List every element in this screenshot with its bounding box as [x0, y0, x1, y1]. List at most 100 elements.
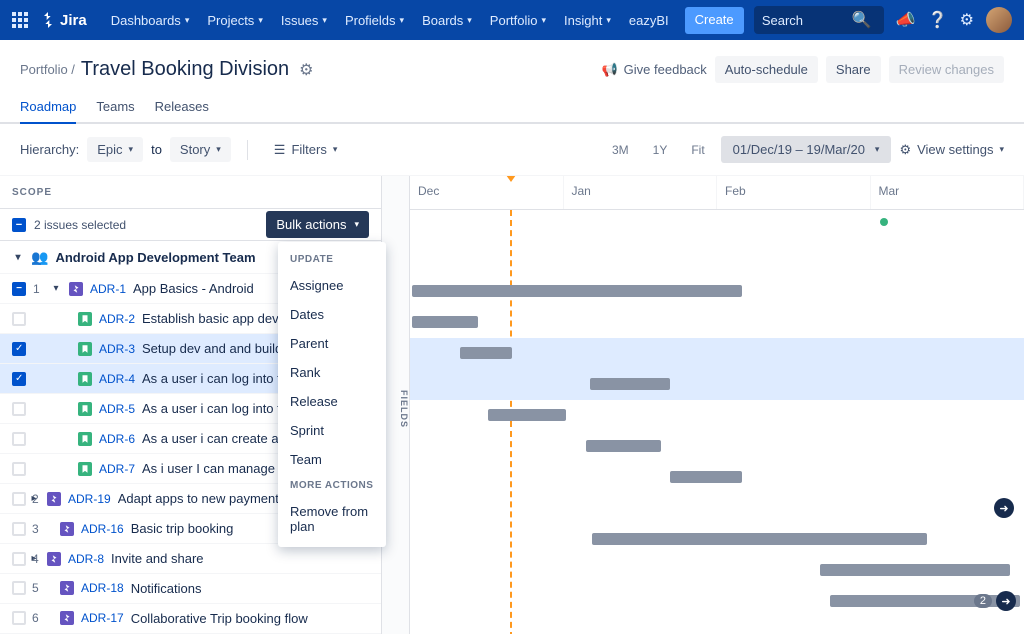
row-checkbox[interactable]: − — [12, 282, 26, 296]
view-settings[interactable]: ⚙View settings▾ — [899, 142, 1004, 158]
dd-remove[interactable]: Remove from plan — [278, 497, 386, 541]
issue-key[interactable]: ADR-4 — [99, 372, 135, 386]
issue-key[interactable]: ADR-6 — [99, 432, 135, 446]
issue-row[interactable]: 4▸ADR-8Invite and share — [0, 544, 381, 574]
scroll-right-icon[interactable]: ➜ — [994, 498, 1014, 518]
date-range[interactable]: 01/Dec/19 – 19/Mar/20▾ — [721, 136, 892, 163]
tab-releases[interactable]: Releases — [155, 91, 209, 122]
dd-sprint[interactable]: Sprint — [278, 416, 386, 445]
hierarchy-from[interactable]: Epic▾ — [87, 137, 143, 162]
search-input[interactable] — [762, 13, 852, 28]
row-num: 2 — [32, 492, 42, 506]
gantt-bar[interactable] — [590, 378, 670, 390]
gantt-bar[interactable] — [412, 285, 742, 297]
gantt-bar[interactable] — [820, 564, 1010, 576]
row-num: 3 — [32, 522, 42, 536]
nav-profields[interactable]: Profields▾ — [337, 7, 412, 34]
dd-release[interactable]: Release — [278, 387, 386, 416]
row-checkbox[interactable] — [12, 372, 26, 386]
timeline-body[interactable]: ➜ 2 ➜ — [410, 210, 1024, 634]
give-feedback[interactable]: 📢Give feedback — [601, 62, 706, 78]
help-icon[interactable]: ❔ — [928, 10, 948, 30]
row-checkbox[interactable] — [12, 581, 26, 595]
dd-rank[interactable]: Rank — [278, 358, 386, 387]
tab-teams[interactable]: Teams — [96, 91, 134, 122]
gantt-bar[interactable] — [670, 471, 742, 483]
row-checkbox[interactable] — [12, 462, 26, 476]
app-switcher-icon[interactable] — [12, 12, 28, 28]
notifications-icon[interactable]: 📣 — [896, 10, 916, 30]
row-checkbox[interactable] — [12, 552, 26, 566]
gantt-bar[interactable] — [586, 440, 661, 452]
review-changes-button[interactable]: Review changes — [889, 56, 1004, 83]
zoom-fit[interactable]: Fit — [683, 138, 712, 162]
settings-icon[interactable]: ⚙ — [960, 10, 974, 30]
gantt-bar[interactable] — [592, 533, 927, 545]
gantt-bar[interactable] — [488, 409, 566, 421]
team-name: Android App Development Team — [55, 250, 255, 265]
dd-assignee[interactable]: Assignee — [278, 271, 386, 300]
auto-schedule-button[interactable]: Auto-schedule — [715, 56, 818, 83]
issue-key[interactable]: ADR-8 — [68, 552, 104, 566]
timeline-column: Dec Jan Feb Mar ➜ 2 ➜ — [410, 176, 1024, 634]
search-icon[interactable]: 🔍 — [852, 10, 872, 30]
create-button[interactable]: Create — [685, 7, 744, 34]
zoom-1y[interactable]: 1Y — [645, 138, 676, 162]
row-checkbox[interactable] — [12, 342, 26, 356]
chevron-down-icon[interactable]: ▾ — [12, 252, 24, 263]
row-checkbox[interactable] — [12, 492, 26, 506]
avatar[interactable] — [986, 7, 1012, 33]
selected-count: 2 issues selected — [34, 218, 126, 232]
count-badge[interactable]: 2 — [974, 594, 992, 608]
issue-key[interactable]: ADR-1 — [90, 282, 126, 296]
issue-key[interactable]: ADR-19 — [68, 492, 111, 506]
search-box[interactable]: 🔍 — [754, 6, 884, 34]
issue-key[interactable]: ADR-16 — [81, 522, 124, 536]
row-checkbox[interactable] — [12, 432, 26, 446]
share-button[interactable]: Share — [826, 56, 881, 83]
jira-logo[interactable]: Jira — [40, 12, 87, 29]
main-content: SCOPE − 2 issues selected Bulk actions▾ … — [0, 176, 1024, 634]
nav-issues[interactable]: Issues▾ — [273, 7, 335, 34]
row-checkbox[interactable] — [12, 402, 26, 416]
filters-button[interactable]: ☰Filters▾ — [264, 137, 348, 163]
row-checkbox[interactable] — [12, 611, 26, 625]
nav-projects[interactable]: Projects▾ — [199, 7, 271, 34]
breadcrumb[interactable]: Portfolio / — [20, 62, 75, 77]
issue-key[interactable]: ADR-3 — [99, 342, 135, 356]
dd-team[interactable]: Team — [278, 445, 386, 474]
chevron-down-icon[interactable]: ▾ — [50, 283, 62, 294]
tab-roadmap[interactable]: Roadmap — [20, 91, 76, 124]
story-icon — [78, 372, 92, 386]
hierarchy-to[interactable]: Story▾ — [170, 137, 231, 162]
story-icon — [78, 462, 92, 476]
issue-key[interactable]: ADR-18 — [81, 581, 124, 595]
epic-icon — [47, 492, 61, 506]
row-checkbox[interactable] — [12, 522, 26, 536]
gantt-bar[interactable] — [412, 316, 478, 328]
month-jan: Jan — [564, 176, 718, 209]
nav-dashboards[interactable]: Dashboards▾ — [103, 7, 198, 34]
select-all-checkbox[interactable]: − — [12, 218, 26, 232]
scroll-right-icon[interactable]: ➜ — [996, 591, 1016, 611]
dd-parent[interactable]: Parent — [278, 329, 386, 358]
issue-key[interactable]: ADR-5 — [99, 402, 135, 416]
issue-key[interactable]: ADR-17 — [81, 611, 124, 625]
fields-column[interactable]: FIELDS — [382, 176, 410, 634]
bulk-actions-button[interactable]: Bulk actions▾ — [266, 211, 369, 238]
gear-icon[interactable]: ⚙ — [299, 60, 313, 80]
issue-key[interactable]: ADR-2 — [99, 312, 135, 326]
nav-insight[interactable]: Insight▾ — [556, 7, 619, 34]
scope-header: SCOPE — [0, 176, 381, 209]
nav-boards[interactable]: Boards▾ — [414, 7, 480, 34]
row-checkbox[interactable] — [12, 312, 26, 326]
gantt-bar[interactable] — [460, 347, 512, 359]
zoom-3m[interactable]: 3M — [604, 138, 637, 162]
dd-dates[interactable]: Dates — [278, 300, 386, 329]
nav-eazybi[interactable]: eazyBI — [621, 7, 677, 34]
issue-row[interactable]: 5ADR-18Notifications — [0, 574, 381, 604]
issue-key[interactable]: ADR-7 — [99, 462, 135, 476]
issue-row[interactable]: 6ADR-17Collaborative Trip booking flow — [0, 604, 381, 634]
page-header: Portfolio / Travel Booking Division ⚙ 📢G… — [0, 40, 1024, 83]
nav-portfolio[interactable]: Portfolio▾ — [482, 7, 554, 34]
